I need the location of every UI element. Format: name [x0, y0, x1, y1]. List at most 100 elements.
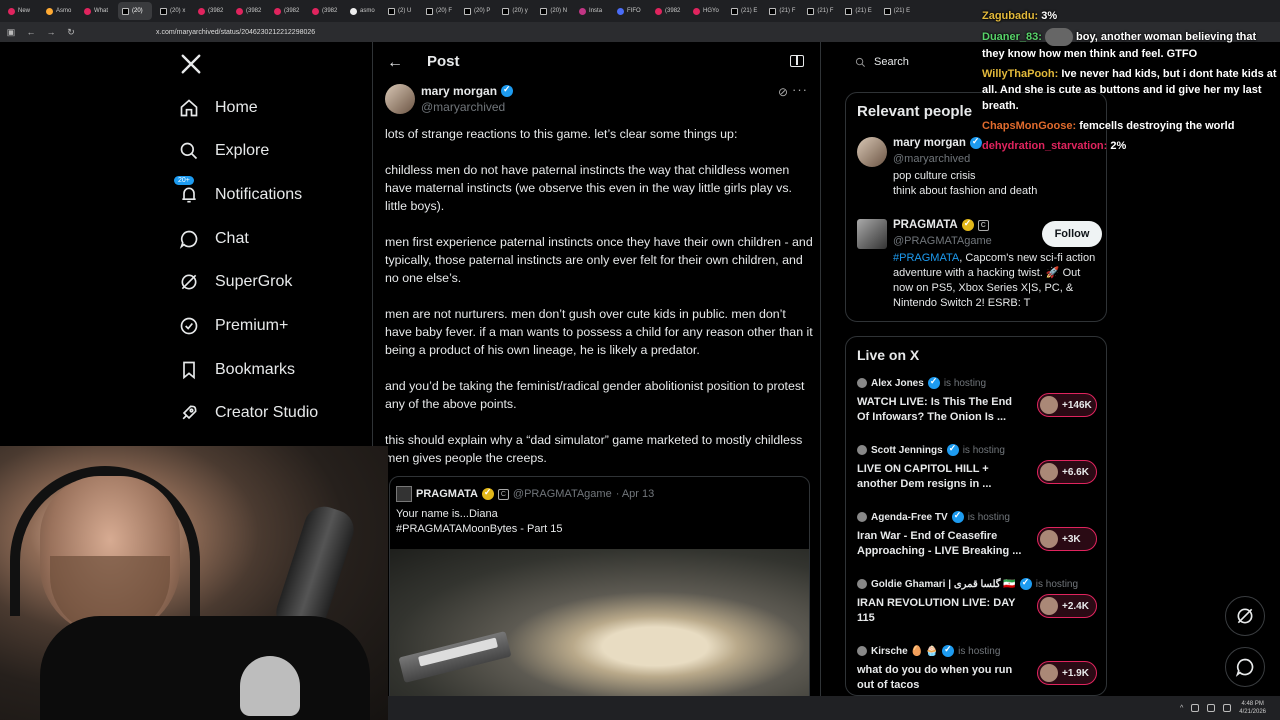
nav-bookmarks-label: Bookmarks	[215, 361, 296, 378]
reader-mode-icon[interactable]	[790, 55, 804, 67]
listener-count-pill[interactable]: +3K	[1037, 527, 1097, 551]
tab-favicon-icon	[807, 7, 815, 15]
gold-verified-badge-icon	[961, 218, 974, 231]
speaker-avatar	[1040, 597, 1058, 615]
listener-count-pill[interactable]: +146K	[1037, 393, 1097, 417]
live-broadcast-item[interactable]: Scott Jennings is hosting LIVE ON CAPITOL …	[857, 443, 1097, 492]
verified-badge-icon	[927, 376, 940, 389]
x-logo-icon[interactable]	[180, 52, 202, 76]
live-broadcast-item[interactable]: Agenda-Free TV is hosting Iran War - End o…	[857, 510, 1097, 559]
live-broadcast-item[interactable]: Kirsche 🥚 🧁 is hosting what do you do when…	[857, 644, 1097, 693]
browser-tab[interactable]: (21) E	[880, 2, 914, 20]
nav-home[interactable]: Home	[178, 93, 258, 123]
quoted-author-handle: @PRAGMATAgame	[512, 488, 612, 500]
browser-tab[interactable]: (3982	[194, 2, 228, 20]
nav-creator-studio[interactable]: Creator Studio	[178, 398, 318, 428]
grok-explain-icon[interactable]: ⊘	[778, 85, 788, 99]
tab-favicon-icon	[8, 7, 15, 15]
browser-tab[interactable]: Asmo	[42, 2, 76, 20]
browser-tab[interactable]: (20) P	[460, 2, 494, 20]
tab-label: (21) F	[817, 8, 834, 14]
bio-hashtag[interactable]: #PRAGMATA	[893, 252, 959, 264]
listener-count-pill[interactable]: +6.6K	[1037, 460, 1097, 484]
reload-icon[interactable]: ↻	[66, 27, 76, 38]
follow-button[interactable]: Follow	[1042, 221, 1102, 247]
nav-explore[interactable]: Explore	[178, 136, 269, 166]
gold-verified-badge-icon	[481, 487, 494, 500]
live-broadcast-item[interactable]: Alex Jones is hosting WATCH LIVE: Is This …	[857, 376, 1097, 425]
browser-tab[interactable]: (21) F	[803, 2, 837, 20]
person-bio: #PRAGMATA, Capcom's new sci-fi action ad…	[893, 251, 1103, 311]
listener-count-pill[interactable]: +1.9K	[1037, 661, 1097, 685]
tray-chevron-icon[interactable]: ^	[1180, 705, 1183, 712]
forward-icon[interactable]: →	[46, 27, 56, 37]
browser-tab[interactable]: asmo	[346, 2, 380, 20]
quoted-hashtag-line: #PRAGMATAMoonBytes - Part 15	[396, 523, 563, 535]
grok-fab-button[interactable]	[1225, 596, 1265, 636]
browser-tab[interactable]: (21) F	[765, 2, 799, 20]
tab-favicon-icon	[693, 7, 701, 15]
browser-tab[interactable]: (21) E	[727, 2, 761, 20]
browser-tab[interactable]: (3982	[651, 2, 685, 20]
browser-tab[interactable]: HGYo	[689, 2, 723, 20]
speaker-icon[interactable]	[1207, 704, 1216, 712]
messages-fab-button[interactable]	[1225, 647, 1265, 687]
nav-bookmarks[interactable]: Bookmarks	[178, 355, 295, 385]
url-text[interactable]: x.com/maryarchived/status/20462302122122…	[156, 29, 315, 36]
listener-count: +146K	[1062, 399, 1092, 411]
browser-tab[interactable]: New	[4, 2, 38, 20]
quoted-video-thumbnail[interactable]	[390, 549, 809, 696]
nav-notifications[interactable]: 20+ Notifications	[174, 176, 302, 210]
browser-tab[interactable]: (3982	[308, 2, 342, 20]
browser-tab[interactable]: FIFO	[613, 2, 647, 20]
rocket-icon	[178, 402, 200, 424]
host-name: Agenda-Free TV	[871, 511, 948, 523]
browser-tab[interactable]: (21) E	[841, 2, 875, 20]
hosting-label: is hosting	[967, 511, 1010, 523]
nav-supergrok-label: SuperGrok	[215, 273, 293, 290]
back-arrow-icon[interactable]: ←	[387, 54, 403, 72]
browser-tab[interactable]: (20) N	[536, 2, 571, 20]
browser-tab[interactable]: (20) F	[422, 2, 456, 20]
tab-favicon-icon	[426, 7, 433, 15]
battery-icon[interactable]	[1223, 704, 1232, 712]
streamer-shirt	[40, 616, 370, 720]
hosting-label: is hosting	[962, 444, 1005, 456]
person-handle: @PRAGMATAgame	[893, 235, 992, 247]
nav-premium[interactable]: Premium+	[178, 311, 288, 341]
speaker-avatar	[1040, 396, 1058, 414]
browser-tab[interactable]: (3982	[232, 2, 266, 20]
more-options-icon[interactable]: ···	[792, 82, 808, 97]
back-icon[interactable]: ←	[26, 27, 36, 37]
sidebar-toggle-icon[interactable]: ▣	[6, 27, 16, 38]
author-name[interactable]: mary morgan	[421, 84, 514, 98]
browser-tab[interactable]: (2) U	[384, 2, 418, 20]
browser-tab[interactable]: What	[80, 2, 114, 20]
browser-tab[interactable]: (3982	[270, 2, 304, 20]
post-paragraph: childless men do not have paternal insti…	[385, 163, 793, 213]
live-broadcast-item[interactable]: Goldie Ghamari | گلسا قمری 🇮🇷 is hosting I…	[857, 577, 1097, 626]
nav-supergrok[interactable]: SuperGrok	[178, 267, 292, 297]
tab-label: HGYo	[703, 8, 719, 14]
verified-badge-icon	[969, 136, 982, 149]
listener-count-pill[interactable]: +2.4K	[1037, 594, 1097, 618]
nav-chat[interactable]: Chat	[178, 224, 249, 254]
browser-tab[interactable]: (20)	[118, 2, 152, 20]
quoted-post[interactable]: PRAGMATA C @PRAGMATAgame · Apr 13 Your n…	[389, 476, 810, 696]
chat-username: dehydration_starvation:	[982, 140, 1108, 152]
system-clock[interactable]: 4:48 PM 4/21/2026	[1239, 700, 1266, 716]
browser-tab[interactable]: (20) x	[156, 2, 190, 20]
network-icon[interactable]	[1191, 704, 1200, 712]
browser-tab[interactable]: Insta	[575, 2, 609, 20]
browser-tab[interactable]: (20) y	[498, 2, 532, 20]
tab-favicon-icon	[198, 7, 205, 15]
chat-username: WillyThaPooh:	[982, 68, 1059, 80]
host-avatar	[857, 378, 867, 388]
tab-label: (21) E	[741, 8, 758, 14]
author-handle[interactable]: @maryarchived	[421, 100, 505, 114]
listener-count: +6.6K	[1062, 466, 1089, 478]
author-avatar[interactable]	[385, 84, 415, 114]
person-bio: pop culture crisis think about fashion a…	[893, 169, 1103, 199]
streamer-webcam	[0, 446, 388, 720]
search-placeholder: Search	[874, 56, 909, 68]
